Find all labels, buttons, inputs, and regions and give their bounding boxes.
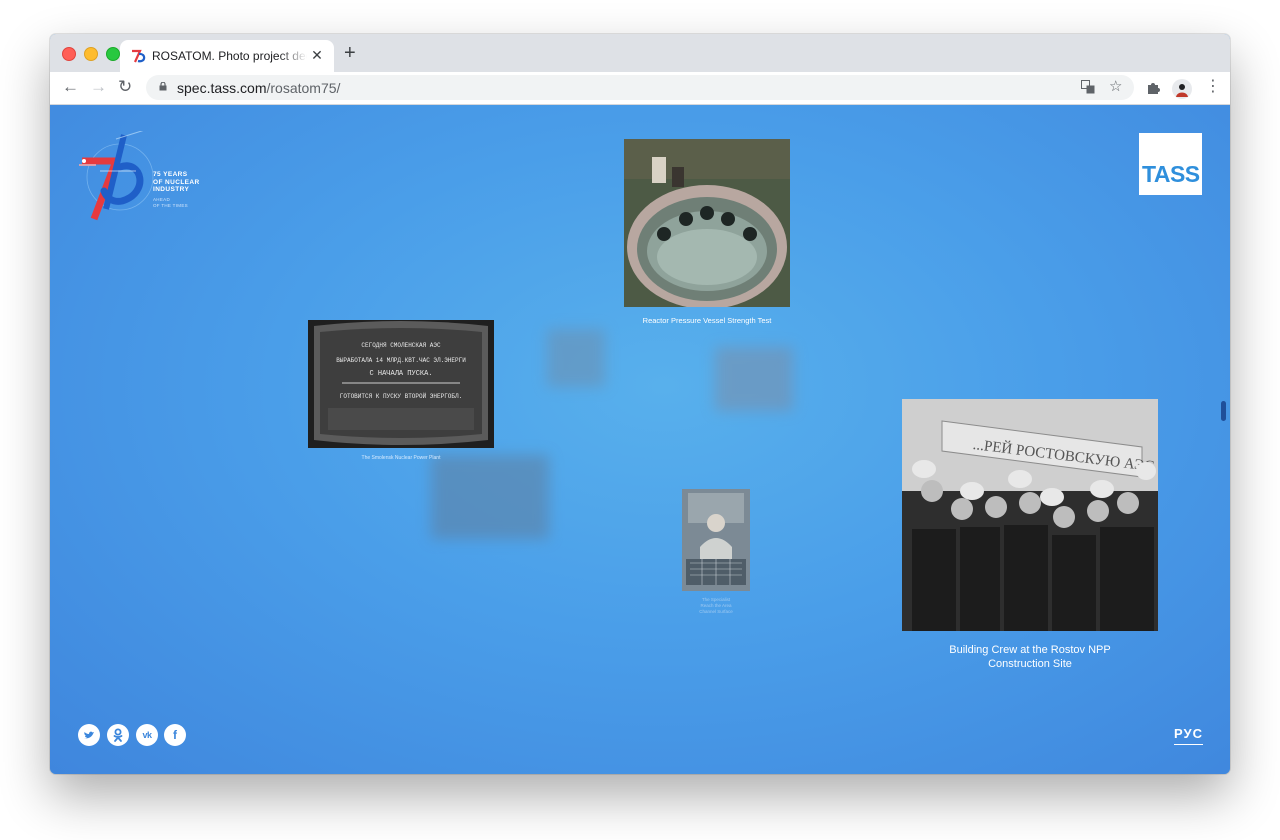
tab-close-icon[interactable]: ✕	[309, 47, 325, 63]
rosatom-favicon-icon	[132, 49, 146, 63]
url-text: spec.tass.com/rosatom75/	[177, 80, 340, 96]
back-button[interactable]: ←	[62, 78, 79, 96]
scroll-indicator[interactable]	[1221, 401, 1226, 421]
board-line-2: ВЫРАБОТАЛА 14 МЛРД.КВТ.ЧАС ЭЛ.ЭНЕРГИ	[336, 357, 466, 364]
avatar-icon	[1176, 84, 1188, 97]
reload-button[interactable]: ↻	[118, 78, 132, 96]
tab-title: ROSATOM. Photo project dedic	[152, 49, 307, 63]
tab-strip: ROSATOM. Photo project dedic ✕ +	[50, 34, 1230, 72]
rosatom-75-logo[interactable]: 75 YEARS OF NUCLEAR INDUSTRY AHEAD OF TH…	[76, 131, 226, 223]
rostov-caption-line-2: Construction Site	[988, 658, 1072, 670]
reactor-vessel-image	[624, 139, 790, 307]
logo-subtitle: AHEAD OF THE TIMES	[153, 197, 188, 208]
specialist-image	[682, 489, 750, 591]
window-controls	[62, 47, 120, 61]
browser-window: ROSATOM. Photo project dedic ✕ + ← → ↻ s…	[50, 34, 1230, 774]
rostov-crew-image: ...РЕЙ РОСТОВСКУЮ АЭС	[902, 399, 1158, 631]
profile-avatar[interactable]	[1172, 79, 1192, 99]
smolensk-photo[interactable]: СЕГОДНЯ СМОЛЕНСКАЯ АЭС ВЫРАБОТАЛА 14 МЛР…	[308, 320, 494, 448]
twitter-icon[interactable]	[78, 724, 100, 746]
logo-75-mark-icon	[79, 131, 154, 221]
odnoklassniki-icon[interactable]	[107, 724, 129, 746]
url-path: /rosatom75/	[266, 80, 341, 96]
url-host: spec.tass.com	[177, 80, 267, 96]
vk-icon[interactable]: vk	[136, 724, 158, 746]
specialist-caption-line-3: Channel Surface	[699, 609, 733, 614]
smolensk-board-image: СЕГОДНЯ СМОЛЕНСКАЯ АЭС ВЫРАБОТАЛА 14 МЛР…	[308, 320, 494, 448]
logo-line-2: OF NUCLEAR	[153, 178, 200, 186]
puzzle-icon[interactable]	[1146, 81, 1160, 95]
facebook-icon[interactable]: f	[164, 724, 186, 746]
blurred-photo[interactable]	[547, 329, 605, 387]
rostov-caption-line-1: Building Crew at the Rostov NPP	[949, 644, 1111, 656]
lock-icon	[159, 82, 167, 91]
smolensk-caption: The Smolensk Nuclear Power Plant	[361, 455, 441, 461]
new-tab-button[interactable]: +	[344, 43, 356, 63]
language-switch[interactable]: РУС	[1174, 726, 1203, 745]
board-line-1: СЕГОДНЯ СМОЛЕНСКАЯ АЭС	[361, 342, 441, 349]
browser-menu-icon[interactable]: ⋮	[1205, 78, 1221, 96]
ok-symbol-icon	[113, 728, 123, 742]
minimize-window-button[interactable]	[84, 47, 98, 61]
reactor-caption: Reactor Pressure Vessel Strength Test	[642, 316, 772, 325]
tass-logo-text: TASS	[1142, 161, 1200, 187]
translate-icon[interactable]	[1081, 80, 1095, 94]
specialist-photo[interactable]	[682, 489, 750, 591]
board-line-3: С НАЧАЛА ПУСКА.	[369, 370, 432, 378]
logo-title: 75 YEARS OF NUCLEAR INDUSTRY	[153, 171, 200, 194]
browser-tab[interactable]: ROSATOM. Photo project dedic ✕	[120, 40, 334, 72]
blurred-photo[interactable]	[431, 455, 549, 539]
bookmark-star-icon[interactable]: ☆	[1109, 79, 1122, 95]
rostov-crew-photo[interactable]: ...РЕЙ РОСТОВСКУЮ АЭС	[902, 399, 1158, 631]
board-line-4: ГОТОВИТСЯ К ПУСКУ ВТОРОЙ ЭНЕРГОБЛ.	[340, 392, 462, 400]
rostov-caption: Building Crew at the Rostov NPP Construc…	[902, 643, 1158, 671]
maximize-window-button[interactable]	[106, 47, 120, 61]
address-bar[interactable]: spec.tass.com/rosatom75/ ☆	[146, 75, 1134, 100]
reactor-vessel-photo[interactable]	[624, 139, 790, 307]
blurred-photo[interactable]	[715, 347, 793, 411]
logo-line-3: INDUSTRY	[153, 186, 190, 193]
forward-button[interactable]: →	[90, 78, 107, 96]
logo-line-1: 75 YEARS	[153, 171, 188, 178]
specialist-caption: The Specialist Reach the Area Channel Su…	[682, 597, 750, 615]
browser-toolbar: ← → ↻ spec.tass.com/rosatom75/ ☆ ⋮	[50, 72, 1230, 105]
tass-logo[interactable]: TASS	[1139, 133, 1202, 195]
close-window-button[interactable]	[62, 47, 76, 61]
page-content: 75 YEARS OF NUCLEAR INDUSTRY AHEAD OF TH…	[50, 105, 1230, 774]
twitter-bird-icon	[84, 731, 94, 739]
